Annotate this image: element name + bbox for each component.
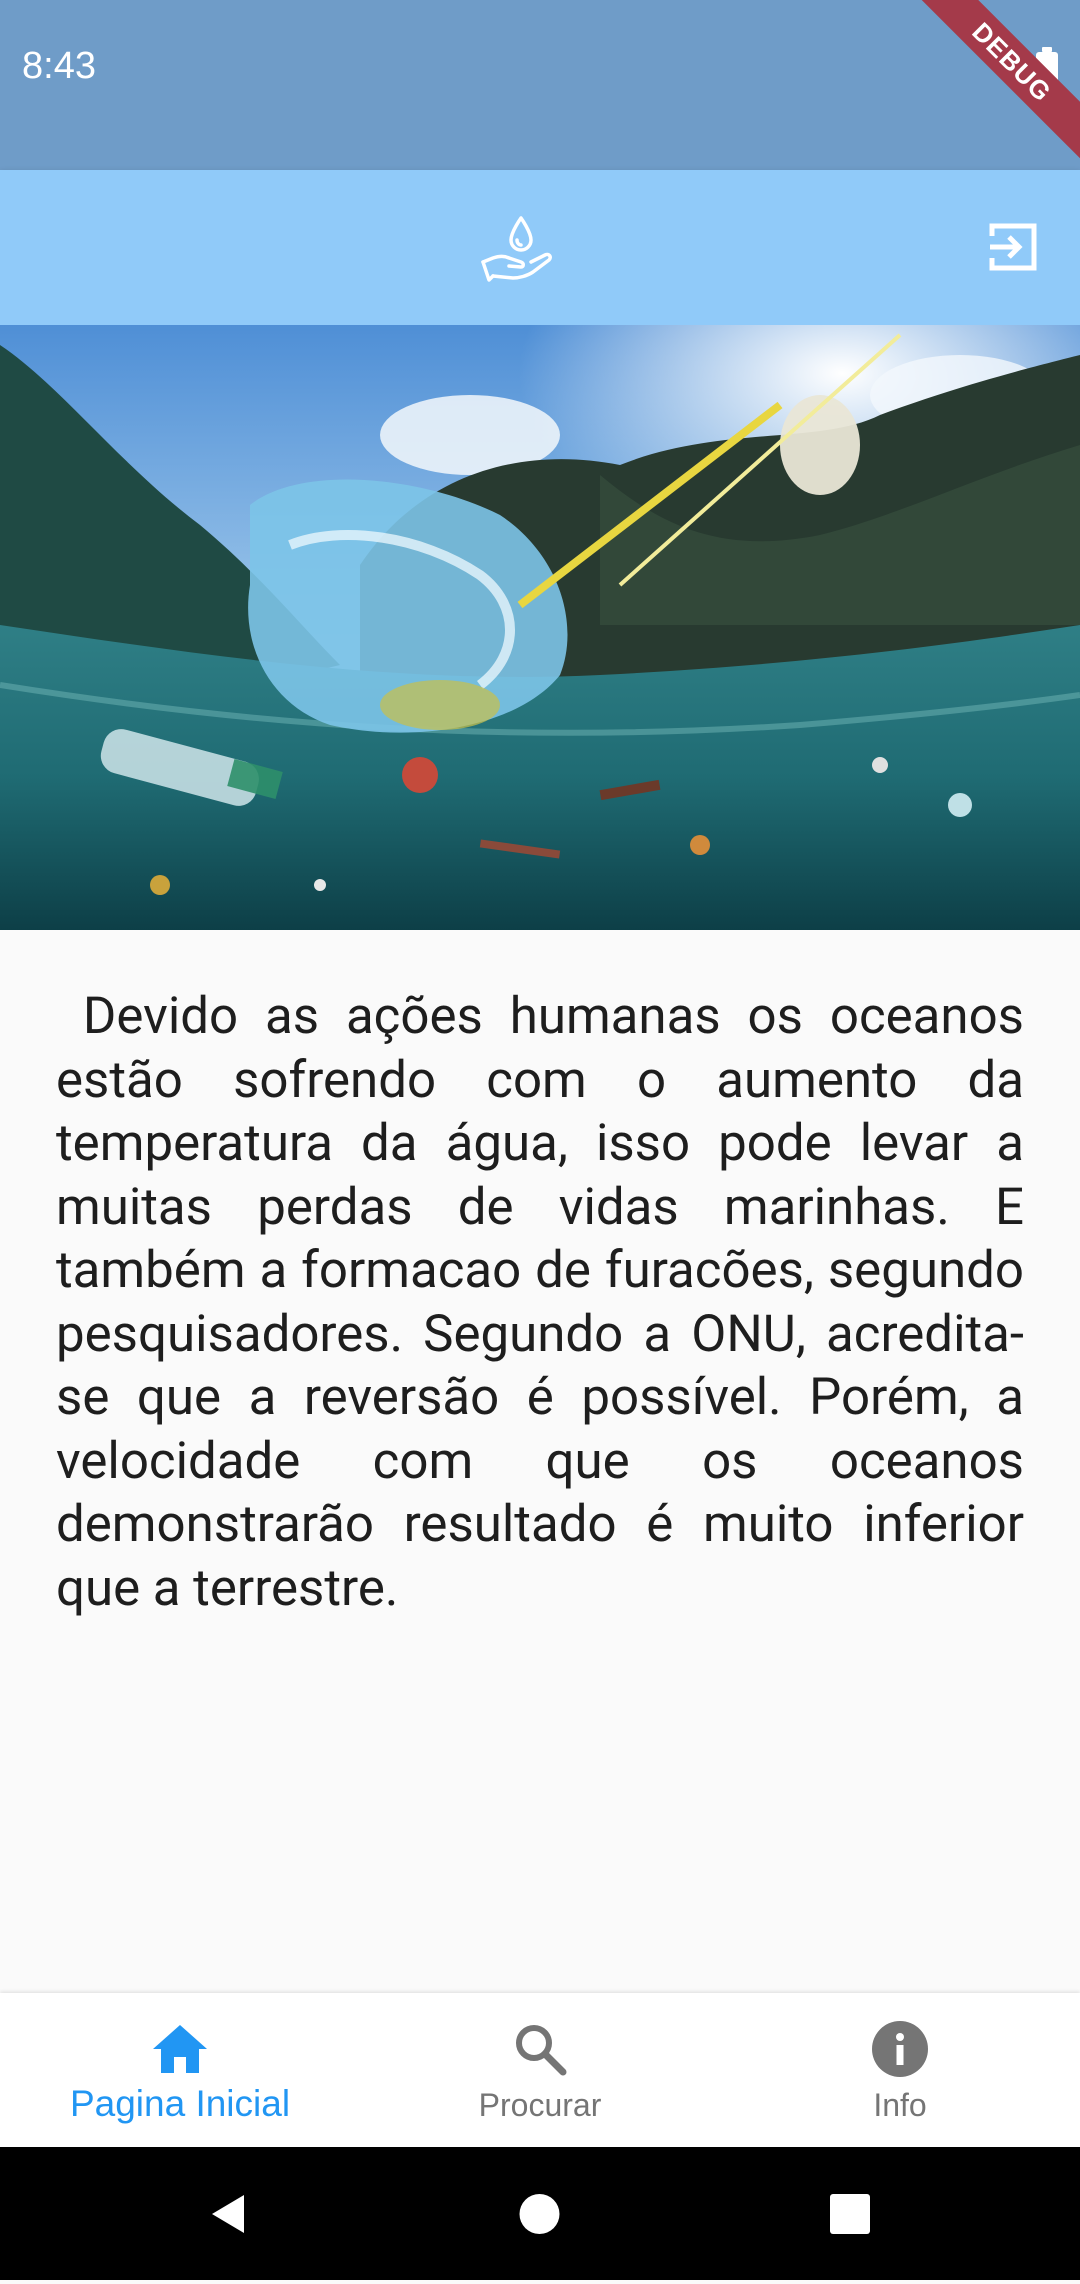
info-icon: [870, 2019, 930, 2079]
article-paragraph: Devido as ações humanas os oceanos estão…: [56, 987, 1037, 1618]
logout-button[interactable]: [980, 214, 1046, 280]
search-icon: [510, 2019, 570, 2079]
hand-water-drop-icon: [477, 210, 557, 290]
battery-icon: [1036, 47, 1058, 88]
home-icon: [150, 2019, 210, 2079]
app-bar: [0, 170, 1080, 325]
nav-item-info[interactable]: Info: [720, 1993, 1080, 2147]
logout-icon: [989, 223, 1037, 271]
recents-button[interactable]: [784, 2147, 917, 2280]
bottom-navigation: Pagina Inicial Procurar Info: [0, 1993, 1080, 2147]
recents-icon: [830, 2194, 870, 2234]
home-circle-icon: [519, 2194, 560, 2234]
status-bar: 8:43: [0, 0, 1080, 170]
status-time: 8:43: [22, 45, 96, 87]
system-navigation-bar: [0, 2147, 1080, 2280]
nav-label-search: Procurar: [478, 2087, 602, 2123]
home-system-button[interactable]: [473, 2147, 606, 2280]
hero-image: [0, 325, 1080, 930]
nav-label-info: Info: [873, 2087, 927, 2123]
nav-item-home[interactable]: Pagina Inicial: [0, 1993, 360, 2147]
back-button[interactable]: [160, 2147, 293, 2280]
nav-item-search[interactable]: Procurar: [360, 1993, 720, 2147]
nav-label-home: Pagina Inicial: [69, 2083, 291, 2124]
back-icon: [212, 2195, 244, 2233]
